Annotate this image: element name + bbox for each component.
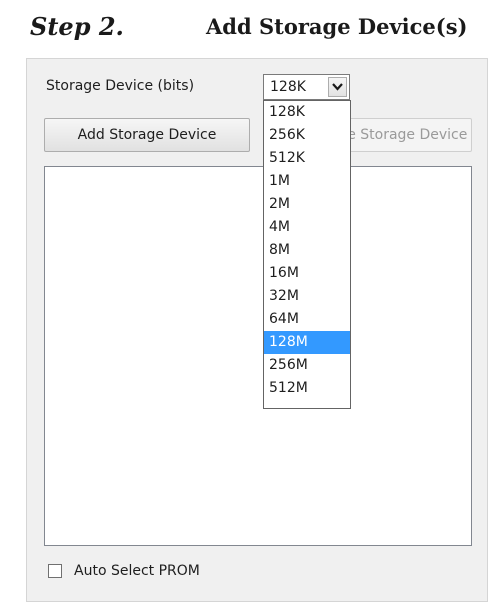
auto-select-prom-row[interactable]: Auto Select PROM xyxy=(48,563,200,579)
auto-select-prom-checkbox[interactable] xyxy=(48,564,62,578)
chevron-down-icon xyxy=(332,83,343,91)
dropdown-option[interactable]: 8M xyxy=(264,239,350,262)
storage-device-label: Storage Device (bits) xyxy=(46,78,195,94)
dropdown-option[interactable]: 32M xyxy=(264,285,350,308)
auto-select-prom-label: Auto Select PROM xyxy=(74,563,200,579)
dropdown-option-highlighted[interactable]: 128M xyxy=(264,331,350,354)
section-title: Add Storage Device(s) xyxy=(206,14,468,39)
dropdown-option[interactable]: 1M xyxy=(264,170,350,193)
dropdown-option[interactable]: 2M xyxy=(264,193,350,216)
dropdown-option[interactable]: 128K xyxy=(264,101,350,124)
add-storage-device-button[interactable]: Add Storage Device xyxy=(44,118,250,152)
storage-device-list[interactable] xyxy=(44,166,472,546)
dropdown-option[interactable]: 256M xyxy=(264,354,350,377)
storage-device-dropdown: 128K 256K 512K 1M 2M 4M 8M 16M 32M 64M 1… xyxy=(263,100,351,409)
dropdown-option[interactable]: 512M xyxy=(264,377,350,400)
dropdown-option[interactable]: 64M xyxy=(264,308,350,331)
dropdown-option[interactable]: 16M xyxy=(264,262,350,285)
select-dropdown-button[interactable] xyxy=(328,77,347,97)
step-label: Step 2. xyxy=(30,12,124,41)
dropdown-option[interactable]: 512K xyxy=(264,147,350,170)
dropdown-option[interactable]: 4M xyxy=(264,216,350,239)
storage-device-select-value: 128K xyxy=(270,79,306,95)
storage-device-select[interactable]: 128K xyxy=(263,74,350,100)
dropdown-option[interactable]: 256K xyxy=(264,124,350,147)
